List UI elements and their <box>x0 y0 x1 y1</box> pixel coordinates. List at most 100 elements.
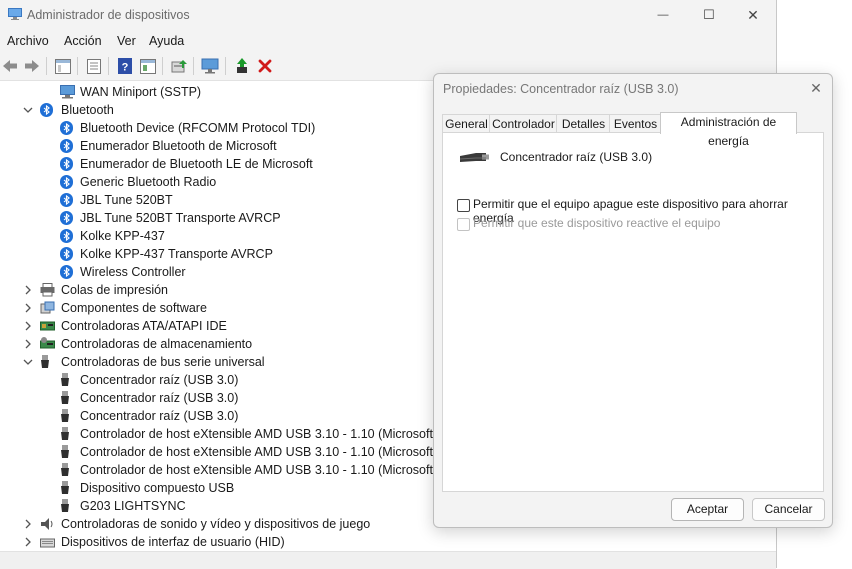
bluetooth-icon <box>60 229 74 243</box>
menu-ver[interactable]: Ver <box>117 34 136 48</box>
back-arrow-icon <box>3 60 17 72</box>
maximize-button[interactable]: ☐ <box>686 0 732 30</box>
menu-archivo[interactable]: Archivo <box>7 34 49 48</box>
close-icon: ✕ <box>810 79 822 96</box>
dialog-title: Propiedades: Concentrador raíz (USB 3.0) <box>443 82 679 96</box>
toolbar-separator <box>46 57 47 75</box>
menu-ayuda[interactable]: Ayuda <box>149 34 184 48</box>
tab-controlador[interactable]: Controlador <box>489 114 558 134</box>
toolbar-separator <box>225 57 226 75</box>
tree-item-label: Controladoras de bus serie universal <box>61 355 265 369</box>
bluetooth-icon <box>60 139 74 153</box>
usb-icon <box>40 355 54 369</box>
tree-item-label: Controlador de host eXtensible AMD USB 3… <box>80 445 438 459</box>
tree-item-label: Controladoras de almacenamiento <box>61 337 253 351</box>
chevron-down-icon[interactable] <box>22 353 34 371</box>
dialog-close-button[interactable]: ✕ <box>808 80 824 96</box>
chevron-right-icon[interactable] <box>22 335 34 353</box>
allow-power-off-checkbox[interactable] <box>457 199 470 212</box>
bluetooth-icon <box>60 193 74 207</box>
usb-icon <box>60 445 74 459</box>
chevron-right-icon[interactable] <box>22 281 34 299</box>
menu-bar: Archivo Acción Ver Ayuda <box>0 30 776 52</box>
tree-item-label: Wireless Controller <box>80 265 186 279</box>
title-bar[interactable]: Administrador de dispositivos — ☐ ✕ <box>0 0 776 30</box>
show-hide-tree-button[interactable] <box>54 57 72 75</box>
action-view-button[interactable] <box>139 57 157 75</box>
device-name: Concentrador raíz (USB 3.0) <box>500 150 653 164</box>
toolbar-separator <box>77 57 78 75</box>
tree-item-label: Enumerador Bluetooth de Microsoft <box>80 139 277 153</box>
usb-icon <box>60 427 74 441</box>
tree-item-label: Concentrador raíz (USB 3.0) <box>80 391 239 405</box>
tree-item-label: Controlador de host eXtensible AMD USB 3… <box>80 427 438 441</box>
monitor-scan-icon <box>201 58 219 74</box>
driver-update-icon <box>171 60 187 73</box>
tree-item-label: Componentes de software <box>61 301 207 315</box>
scan-hardware-button[interactable] <box>201 57 219 75</box>
properties-icon <box>87 58 101 74</box>
bluetooth-icon <box>60 211 74 225</box>
minimize-icon: — <box>657 9 669 21</box>
usb-icon <box>60 463 74 477</box>
tab-administracion-energia[interactable]: Administración de energía <box>660 112 797 148</box>
tab-general[interactable]: General <box>442 114 491 134</box>
usb-icon <box>60 391 74 405</box>
cancel-button[interactable]: Cancelar <box>752 498 825 521</box>
storage-controller-icon <box>40 337 55 351</box>
bluetooth-icon <box>40 103 54 117</box>
forward-arrow-icon <box>25 60 39 72</box>
usb-connector-icon <box>459 153 489 162</box>
chevron-right-icon[interactable] <box>22 317 34 335</box>
tree-view-icon <box>55 58 71 74</box>
enable-device-button[interactable] <box>233 57 251 75</box>
help-book-icon: ? <box>118 58 132 74</box>
tree-item-label: Controladoras de sonido y vídeo y dispos… <box>61 517 371 531</box>
tree-category[interactable]: Dispositivos de interfaz de usuario (HID… <box>0 533 776 551</box>
tree-item-label: Kolke KPP-437 <box>80 229 165 243</box>
enable-device-icon <box>237 58 247 73</box>
tree-item-label: WAN Miniport (SSTP) <box>80 85 202 99</box>
tree-item-label: Enumerador de Bluetooth LE de Microsoft <box>80 157 313 171</box>
tree-item-label: Controladoras ATA/ATAPI IDE <box>61 319 227 333</box>
chevron-down-icon[interactable] <box>22 101 34 119</box>
toolbar-separator <box>193 57 194 75</box>
svg-text:?: ? <box>122 62 129 74</box>
chevron-right-icon[interactable] <box>22 533 34 551</box>
tree-item-label: Dispositivos de interfaz de usuario (HID… <box>61 535 285 549</box>
menu-accion[interactable]: Acción <box>64 34 102 48</box>
back-button[interactable] <box>1 57 19 75</box>
printer-icon <box>40 283 55 297</box>
tree-item-label: Controlador de host eXtensible AMD USB 3… <box>80 463 438 477</box>
tab-eventos[interactable]: Eventos <box>609 114 662 134</box>
chevron-right-icon[interactable] <box>22 515 34 533</box>
tree-item-label: G203 LIGHTSYNC <box>80 499 186 513</box>
properties-button[interactable] <box>85 57 103 75</box>
tree-item-label: Bluetooth <box>61 103 114 117</box>
forward-button[interactable] <box>23 57 41 75</box>
uninstall-device-button[interactable] <box>256 57 274 75</box>
window-title: Administrador de dispositivos <box>27 8 190 22</box>
speaker-icon <box>40 517 54 531</box>
tree-item-label: Concentrador raíz (USB 3.0) <box>80 373 239 387</box>
software-component-icon <box>40 301 55 315</box>
tree-item-label: Generic Bluetooth Radio <box>80 175 217 189</box>
usb-icon <box>60 409 74 423</box>
accept-button[interactable]: Aceptar <box>671 498 744 521</box>
update-driver-button[interactable] <box>170 57 188 75</box>
tab-detalles[interactable]: Detalles <box>556 114 611 134</box>
close-icon: ✕ <box>747 6 759 23</box>
close-button[interactable]: ✕ <box>730 0 776 30</box>
allow-wake-label: Permitir que este dispositivo reactive e… <box>473 216 721 230</box>
device-manager-app-icon <box>8 8 22 20</box>
tree-item-label: JBL Tune 520BT <box>80 193 173 207</box>
horizontal-scrollbar[interactable] <box>0 551 776 569</box>
power-management-panel: Concentrador raíz (USB 3.0) Permitir que… <box>442 132 824 492</box>
minimize-button[interactable]: — <box>640 0 686 30</box>
tree-item-label: Kolke KPP-437 Transporte AVRCP <box>80 247 273 261</box>
tree-item-label: Bluetooth Device (RFCOMM Protocol TDI) <box>80 121 316 135</box>
delete-x-icon <box>258 59 272 73</box>
toolbar-separator <box>108 57 109 75</box>
help-button[interactable]: ? <box>116 57 134 75</box>
chevron-right-icon[interactable] <box>22 299 34 317</box>
